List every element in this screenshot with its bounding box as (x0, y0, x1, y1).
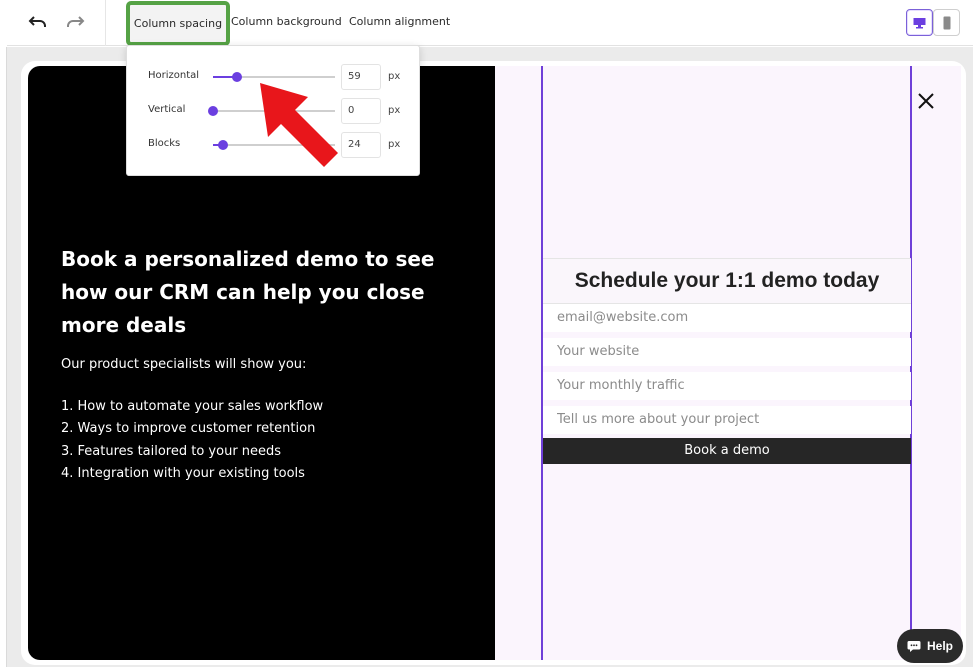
book-demo-button[interactable]: Book a demo (543, 438, 911, 464)
list-item: 1. How to automate your sales workflow (61, 399, 324, 414)
toolbar-divider (105, 0, 106, 46)
hero-steps-list: 1. How to automate your sales workflow 2… (61, 396, 323, 485)
desktop-view-button[interactable] (906, 9, 933, 36)
undo-icon[interactable] (27, 12, 49, 32)
unit-label: px (388, 71, 401, 82)
form-title: Schedule your 1:1 demo today (543, 258, 911, 304)
tab-column-spacing[interactable]: Column spacing (130, 5, 226, 42)
traffic-field[interactable] (543, 372, 911, 400)
slider-handle[interactable] (208, 106, 218, 116)
spacing-label: Vertical (148, 104, 186, 115)
hero-headline: Book a personalized demo to see how our … (61, 247, 435, 337)
tab-column-spacing-highlight[interactable]: Column spacing (126, 1, 230, 46)
annotation-arrow-icon (260, 83, 338, 167)
spacing-label: Horizontal (148, 70, 200, 81)
slider-handle[interactable] (217, 140, 228, 150)
email-field[interactable] (543, 304, 911, 332)
spacing-label: Blocks (148, 138, 181, 149)
list-item: 3. Features tailored to your needs (61, 443, 282, 459)
project-field[interactable] (543, 406, 911, 434)
mobile-icon (943, 16, 950, 29)
hero-intro: Our product specialists will show you: (61, 357, 307, 372)
desktop-icon (913, 17, 926, 28)
tab-column-alignment[interactable]: Column alignment (349, 15, 450, 28)
chat-icon (907, 640, 921, 652)
list-item: 4. Integration with your existing tools (61, 465, 305, 481)
help-button[interactable]: Help (897, 629, 963, 663)
slider-handle[interactable] (232, 72, 243, 82)
unit-label: px (388, 105, 401, 116)
demo-form: Schedule your 1:1 demo today Book a demo (543, 258, 911, 464)
tab-column-background[interactable]: Column background (231, 15, 342, 28)
help-label: Help (926, 639, 953, 653)
website-field[interactable] (543, 338, 911, 366)
close-icon[interactable] (916, 91, 936, 111)
unit-label: px (388, 139, 401, 150)
editor-toolbar: Column spacing Column background Column … (7, 0, 973, 46)
mobile-view-button[interactable] (933, 9, 960, 36)
redo-icon[interactable] (64, 12, 86, 32)
list-item: 2. Ways to improve customer retention (61, 421, 316, 437)
